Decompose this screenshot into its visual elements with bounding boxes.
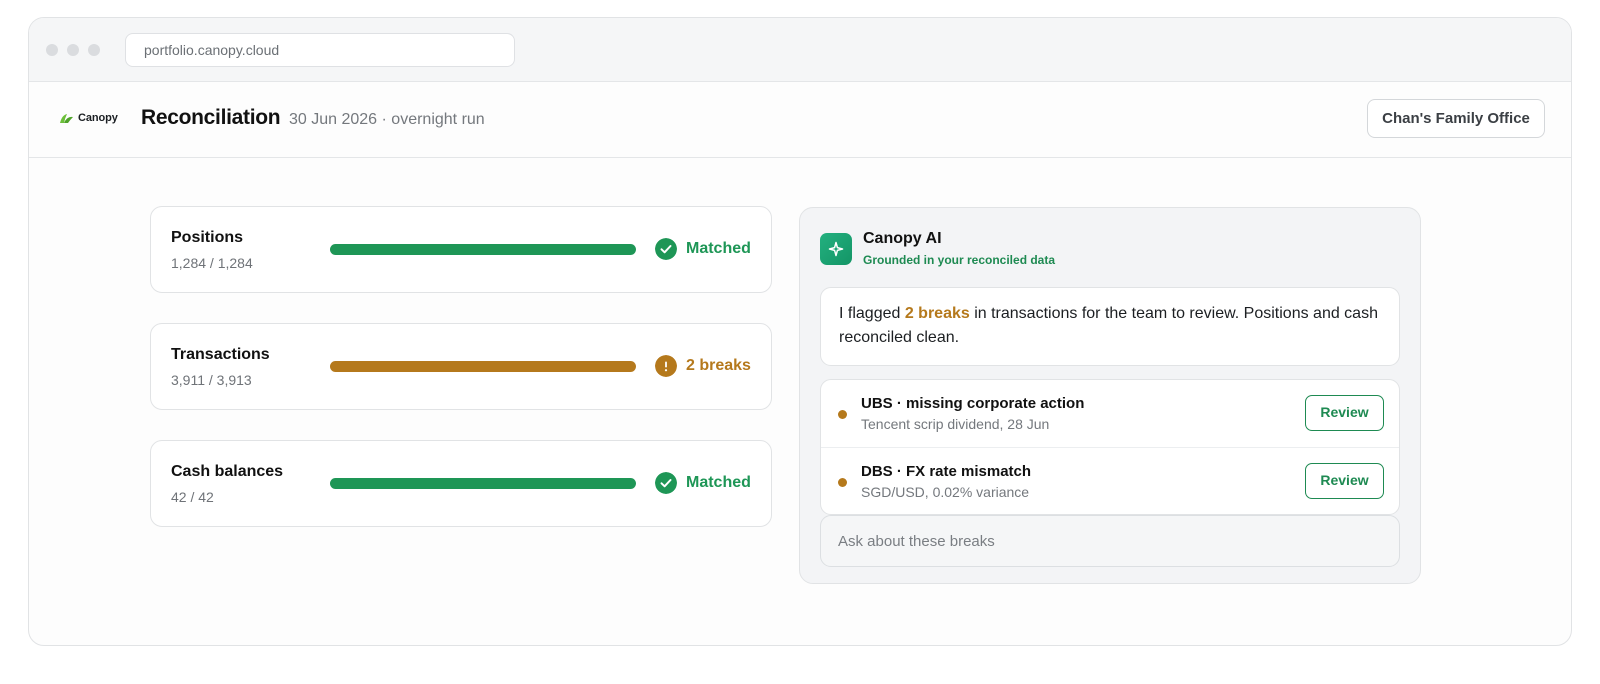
ask-ai-input[interactable] (820, 515, 1400, 567)
window-minimize-dot[interactable] (67, 44, 79, 56)
ai-message-text: I flagged (839, 305, 905, 322)
ai-assistant-panel: Canopy AI Grounded in your reconciled da… (799, 207, 1421, 584)
status-text: 2 breaks (686, 357, 751, 374)
brand-logo[interactable]: Canopy (59, 112, 118, 124)
alert-circle-icon (655, 355, 677, 377)
ai-subtitle: Grounded in your reconciled data (863, 253, 1056, 267)
family-office-button[interactable]: Chan's Family Office (1367, 99, 1545, 138)
page-title: Reconciliation (141, 106, 281, 129)
page-subtitle: 30 Jun 2026 · overnight run (289, 111, 485, 128)
break-item: DBS · FX rate mismatch SGD/USD, 0.02% va… (821, 448, 1399, 515)
recon-name: Positions (171, 229, 244, 246)
check-circle-icon (655, 238, 677, 260)
page-header: Canopy Reconciliation 30 Jun 2026 · over… (29, 82, 1571, 158)
sparkle-icon (820, 233, 852, 265)
window-close-dot[interactable] (46, 44, 58, 56)
recon-card-transactions[interactable]: Transactions 3,911 / 3,913 2 breaks (150, 323, 772, 410)
status-text: Matched (686, 240, 751, 257)
recon-card-cash-balances[interactable]: Cash balances 42 / 42 Matched (150, 440, 772, 527)
recon-name: Cash balances (171, 463, 284, 480)
recon-count: 42 / 42 (171, 489, 214, 505)
progress-bar (330, 244, 636, 255)
window-maximize-dot[interactable] (88, 44, 100, 56)
check-circle-icon (655, 472, 677, 494)
ai-message: I flagged 2 breaks in transactions for t… (820, 287, 1400, 366)
brand-name: Canopy (78, 112, 118, 124)
recon-name: Transactions (171, 346, 270, 363)
canopy-leaf-icon (60, 113, 73, 123)
address-bar[interactable]: portfolio.canopy.cloud (125, 33, 515, 67)
ai-message-highlight: 2 breaks (904, 305, 970, 322)
break-status-dot (838, 410, 847, 419)
recon-count: 1,284 / 1,284 (171, 255, 253, 271)
break-detail: SGD/USD, 0.02% variance (861, 484, 1030, 500)
break-item: UBS · missing corporate action Tencent s… (821, 380, 1399, 447)
break-title: DBS · FX rate mismatch (861, 463, 1032, 480)
break-list: UBS · missing corporate action Tencent s… (820, 379, 1400, 515)
recon-card-positions[interactable]: Positions 1,284 / 1,284 Matched (150, 206, 772, 293)
progress-bar (330, 361, 636, 372)
recon-count: 3,911 / 3,913 (171, 372, 252, 388)
browser-window: portfolio.canopy.cloud Canopy Reconcilia… (28, 17, 1572, 646)
break-title: UBS · missing corporate action (861, 395, 1085, 412)
progress-bar (330, 478, 636, 489)
break-status-dot (838, 478, 847, 487)
review-button[interactable]: Review (1305, 463, 1384, 499)
break-detail: Tencent scrip dividend, 28 Jun (861, 416, 1050, 432)
ai-title: Canopy AI (863, 230, 942, 247)
review-button[interactable]: Review (1305, 395, 1384, 431)
status-text: Matched (686, 474, 751, 491)
browser-chrome: portfolio.canopy.cloud (29, 18, 1571, 82)
